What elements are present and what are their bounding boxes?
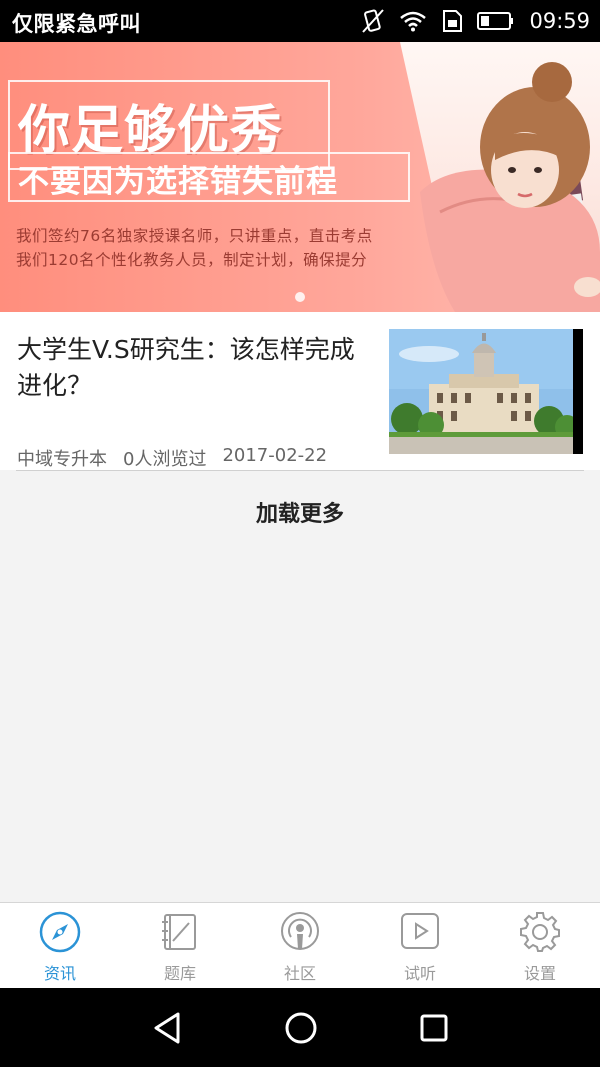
bottom-tab-bar: 资讯 题库 社区 试听 设置 xyxy=(0,902,600,988)
podcast-icon xyxy=(281,912,319,950)
tab-community[interactable]: 社区 xyxy=(240,903,360,988)
promo-banner[interactable]: 你足够优秀 不要因为选择错失前程 我们签约76名独家授课名师，只讲重点，直击考点… xyxy=(0,42,600,312)
back-icon[interactable] xyxy=(148,1008,188,1048)
news-list-item[interactable]: 大学生V.S研究生：该怎样完成进化？ 中域专升本 0人浏览过 2017-02-2… xyxy=(0,312,600,470)
battery-icon xyxy=(477,12,514,30)
banner-page-indicator xyxy=(295,292,305,302)
compass-icon xyxy=(39,911,81,953)
carrier-text: 仅限紧急呼叫 xyxy=(12,12,141,36)
tab-label: 资讯 xyxy=(43,964,76,983)
banner-desc-line1: 我们签约76名独家授课名师，只讲重点，直击考点 xyxy=(16,227,373,245)
vibrate-icon xyxy=(362,9,385,33)
tab-label: 题库 xyxy=(163,964,196,983)
notebook-icon xyxy=(162,914,196,950)
news-title: 大学生V.S研究生：该怎样完成进化？ xyxy=(17,335,355,400)
status-icons: 09:59 xyxy=(361,7,590,35)
home-icon[interactable] xyxy=(281,1008,321,1048)
tab-label: 设置 xyxy=(523,964,556,983)
news-meta: 中域专升本 0人浏览过 2017-02-22 xyxy=(17,445,327,471)
system-nav-bar xyxy=(0,988,600,1067)
news-views: 0人浏览过 xyxy=(123,449,207,470)
sim-icon xyxy=(443,10,463,32)
wifi-icon xyxy=(400,11,427,32)
load-more-button[interactable]: 加载更多 xyxy=(0,496,600,528)
banner-desc-line2: 我们120名个性化教务人员，制定计划，确保提分 xyxy=(16,251,368,269)
play-icon xyxy=(401,913,439,949)
status-bar: 仅限紧急呼叫 09:59 xyxy=(0,0,600,42)
app-screen: 仅限紧急呼叫 09:59 你足够优秀 不要因为选择错失前程 我们签约76名独家授… xyxy=(0,0,600,1067)
news-thumbnail xyxy=(389,329,583,454)
tab-settings[interactable]: 设置 xyxy=(480,903,600,988)
news-date: 2017-02-22 xyxy=(222,445,328,466)
clock: 09:59 xyxy=(529,9,590,33)
list-divider xyxy=(16,470,584,471)
news-source: 中域专升本 xyxy=(17,449,107,470)
tab-question-bank[interactable]: 题库 xyxy=(120,903,240,988)
tab-label: 社区 xyxy=(283,964,316,983)
tab-audition[interactable]: 试听 xyxy=(360,903,480,988)
banner-subline: 不要因为选择错失前程 xyxy=(18,164,338,200)
gear-icon xyxy=(520,912,560,952)
tab-label: 试听 xyxy=(403,964,436,983)
recents-icon[interactable] xyxy=(414,1008,454,1048)
tab-news[interactable]: 资讯 xyxy=(0,903,120,988)
